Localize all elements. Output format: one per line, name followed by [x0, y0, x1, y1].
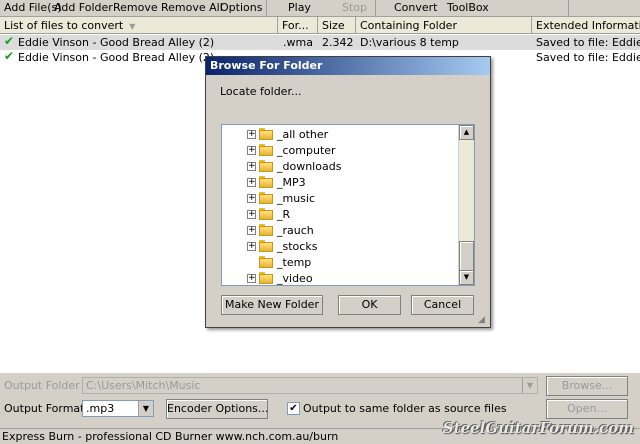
tree-item[interactable]: + _all other	[222, 127, 458, 143]
scroll-up-icon[interactable]: ▲	[459, 125, 474, 140]
open-button[interactable]: Open...	[546, 399, 628, 419]
table-row[interactable]: ✔ Eddie Vinson - Good Bread Alley (2) .w…	[0, 34, 640, 50]
toolbar-separator	[266, 0, 267, 16]
tree-item-label: _temp	[277, 256, 312, 269]
folder-icon	[259, 224, 273, 236]
folder-icon	[259, 256, 273, 268]
browse-button[interactable]: Browse...	[546, 376, 628, 396]
column-header-files-label: List of files to convert	[4, 19, 124, 32]
tree-item-label: _downloads	[277, 160, 342, 173]
remove-button[interactable]: Remove	[113, 1, 158, 14]
tree-item[interactable]: + _MP3	[222, 175, 458, 191]
tree-item-label: _MP3	[277, 176, 306, 189]
toolbar: Add File(s) Add Folder Remove Remove All…	[0, 0, 640, 17]
tree-item-label: _rauch	[277, 224, 314, 237]
tree-item-label: _computer	[277, 144, 336, 157]
output-folder-combo[interactable]: C:\Users\Mitch\Music ▼	[82, 377, 538, 394]
options-button[interactable]: Options	[220, 1, 262, 14]
cancel-button[interactable]: Cancel	[411, 295, 474, 315]
toolbar-separator	[568, 0, 569, 16]
same-folder-label: Output to same folder as source files	[303, 402, 507, 415]
expand-icon[interactable]: +	[247, 210, 256, 219]
output-format-value: .mp3	[86, 402, 115, 415]
output-folder-label: Output Folder	[4, 379, 80, 392]
tree-item-label: _stocks	[277, 240, 318, 253]
folder-icon	[259, 160, 273, 172]
folder-icon	[259, 144, 273, 156]
checkmark-icon: ✔	[289, 403, 298, 414]
file-folder: D:\various 8 temp	[360, 36, 459, 49]
expand-icon[interactable]: +	[247, 194, 256, 203]
list-header: List of files to convert ▼ For... Size Co…	[0, 17, 640, 34]
toolbox-button[interactable]: ToolBox	[447, 1, 489, 14]
column-header-folder[interactable]: Containing Folder	[356, 17, 532, 34]
tree-item-label: _music	[277, 192, 316, 205]
stop-button[interactable]: Stop	[342, 1, 367, 14]
output-format-select[interactable]: .mp3 ▼	[82, 400, 154, 417]
resize-grip-icon[interactable]: ◢	[478, 315, 488, 325]
expand-icon[interactable]: +	[247, 130, 256, 139]
folder-icon	[259, 208, 273, 220]
status-text: Express Burn - professional CD Burner ww…	[2, 430, 339, 443]
file-info: Saved to file: Eddie Vinsc	[536, 51, 640, 64]
file-size: 2.342	[322, 36, 354, 49]
expand-icon[interactable]: +	[247, 226, 256, 235]
add-files-button[interactable]: Add File(s)	[4, 1, 62, 14]
column-header-info[interactable]: Extended Information	[532, 17, 640, 34]
folder-icon	[259, 176, 273, 188]
make-new-folder-button[interactable]: Make New Folder	[221, 295, 323, 315]
column-header-size[interactable]: Size	[318, 17, 356, 34]
convert-button[interactable]: Convert	[394, 1, 438, 14]
browse-folder-dialog: Browse For Folder Locate folder... + _al…	[205, 56, 491, 328]
output-folder-value: C:\Users\Mitch\Music	[86, 379, 201, 392]
ok-button[interactable]: OK	[338, 295, 401, 315]
play-button[interactable]: Play	[288, 1, 311, 14]
expand-icon[interactable]: +	[247, 162, 256, 171]
tree-item[interactable]: + _downloads	[222, 159, 458, 175]
file-name: Eddie Vinson - Good Bread Alley (2)	[18, 36, 215, 49]
tree-item[interactable]: + _rauch	[222, 223, 458, 239]
file-format: .wma	[283, 36, 313, 49]
folder-tree[interactable]: + _all other + _computer + _downloads + …	[221, 124, 475, 286]
column-header-files[interactable]: List of files to convert ▼	[0, 17, 278, 34]
tree-item[interactable]: + _stocks	[222, 239, 458, 255]
folder-icon	[259, 272, 273, 284]
tree-item[interactable]: + _video	[222, 271, 458, 285]
encoder-options-button[interactable]: Encoder Options...	[166, 399, 268, 419]
watermark: SteelGuitarForum.com	[442, 419, 634, 437]
expand-icon[interactable]: +	[247, 178, 256, 187]
check-icon: ✔	[4, 49, 15, 63]
folder-icon	[259, 192, 273, 204]
tree-item[interactable]: + _music	[222, 191, 458, 207]
tree-scrollbar[interactable]: ▲ ▼	[458, 125, 474, 285]
tree-item-label: _video	[277, 272, 313, 285]
folder-icon	[259, 240, 273, 252]
dialog-prompt: Locate folder...	[220, 85, 302, 98]
folder-icon	[259, 128, 273, 140]
chevron-down-icon[interactable]: ▼	[522, 378, 537, 393]
tree-item[interactable]: + _R	[222, 207, 458, 223]
tree-item[interactable]: _temp	[222, 255, 458, 271]
same-folder-checkbox[interactable]: ✔	[287, 402, 300, 415]
check-icon: ✔	[4, 34, 15, 48]
chevron-down-icon[interactable]: ▼	[138, 401, 153, 416]
tree-item-label: _all other	[277, 128, 329, 141]
expand-icon[interactable]: +	[247, 274, 256, 283]
sort-arrow-icon: ▼	[129, 22, 136, 31]
dialog-title: Browse For Folder	[206, 57, 490, 75]
remove-all-button[interactable]: Remove All	[161, 1, 223, 14]
toolbar-separator	[375, 0, 376, 16]
file-info: Saved to file: Eddie Vinsc	[536, 36, 640, 49]
expand-icon[interactable]: +	[247, 146, 256, 155]
output-format-label: Output Format	[4, 402, 85, 415]
scroll-down-icon[interactable]: ▼	[459, 270, 474, 285]
column-header-format[interactable]: For...	[278, 17, 318, 34]
tree-item[interactable]: + _computer	[222, 143, 458, 159]
tree-item-label: _R	[277, 208, 291, 221]
expand-icon[interactable]: +	[247, 242, 256, 251]
add-folder-button[interactable]: Add Folder	[54, 1, 113, 14]
